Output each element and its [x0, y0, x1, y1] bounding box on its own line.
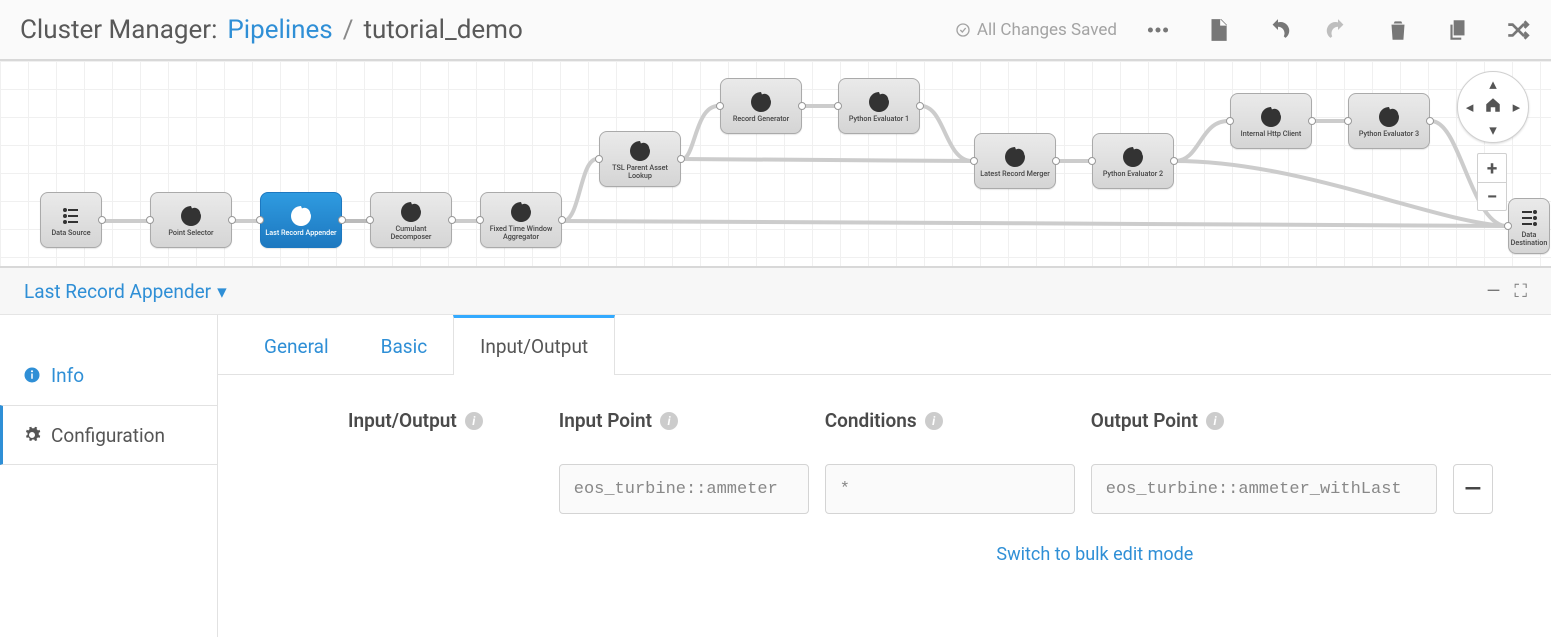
- swirl-icon: [1121, 145, 1145, 169]
- info-icon[interactable]: i: [1206, 412, 1224, 430]
- node-record-generator[interactable]: Record Generator: [720, 78, 802, 134]
- swirl-icon: [628, 139, 652, 163]
- nav-left[interactable]: ◂: [1466, 98, 1474, 116]
- node-label: Python Evaluator 1: [849, 115, 909, 123]
- selected-node-dropdown[interactable]: Last Record Appender ▾: [24, 280, 227, 303]
- tab-label: Basic: [381, 335, 428, 358]
- save-status: All Changes Saved: [955, 20, 1117, 40]
- shuffle-button[interactable]: [1505, 17, 1531, 43]
- node-python-evaluator-3[interactable]: Python Evaluator 3: [1348, 93, 1430, 149]
- tab-basic[interactable]: Basic: [355, 315, 454, 374]
- tab-label: General: [264, 335, 329, 358]
- col-input-point: Input Point i: [559, 409, 809, 432]
- swirl-icon: [1377, 105, 1401, 129]
- node-point-selector[interactable]: Point Selector: [150, 192, 232, 248]
- breadcrumb-sep: /: [343, 15, 354, 45]
- minimize-panel[interactable]: —: [1486, 281, 1500, 302]
- node-latest-record-merger[interactable]: Latest Record Merger: [974, 133, 1056, 189]
- conditions-field[interactable]: [825, 464, 1075, 514]
- node-label: Python Evaluator 3: [1359, 130, 1419, 138]
- info-icon[interactable]: i: [925, 412, 943, 430]
- tab-general[interactable]: General: [238, 315, 355, 374]
- nav-up[interactable]: ▴: [1489, 75, 1497, 93]
- node-fixed-time-window[interactable]: Fixed Time Window Aggregator: [480, 192, 562, 248]
- section-label-text: Input/Output: [348, 409, 457, 432]
- node-label: Point Selector: [168, 229, 213, 237]
- sidetab-info[interactable]: Info: [0, 345, 218, 405]
- selected-node-title: Last Record Appender: [24, 280, 211, 303]
- node-label: Data Source: [51, 229, 90, 237]
- node-internal-http-client[interactable]: Internal Http Client: [1230, 93, 1312, 149]
- zoom-control: + −: [1477, 153, 1507, 211]
- zoom-out[interactable]: −: [1478, 182, 1506, 210]
- node-label: Fixed Time Window Aggregator: [485, 225, 557, 240]
- input-point-field[interactable]: [559, 464, 809, 514]
- save-status-label: All Changes Saved: [977, 20, 1117, 40]
- undo-button[interactable]: [1265, 17, 1291, 43]
- app-label: Cluster Manager:: [20, 15, 217, 45]
- node-label: Last Record Appender: [265, 229, 336, 237]
- info-icon[interactable]: i: [660, 412, 678, 430]
- col-label: Output Point: [1091, 409, 1198, 432]
- expand-panel[interactable]: ⛶: [1514, 281, 1527, 302]
- swirl-icon: [509, 200, 533, 224]
- node-last-record-appender[interactable]: Last Record Appender: [260, 192, 342, 248]
- pipelines-link[interactable]: Pipelines: [227, 15, 332, 45]
- navigation-pad: ▴ ◂ ▸ ▾: [1457, 71, 1529, 143]
- sidetab-configuration[interactable]: Configuration: [0, 405, 218, 465]
- node-tsl-parent[interactable]: TSL Parent Asset Lookup: [599, 131, 681, 187]
- nav-home[interactable]: [1484, 96, 1502, 118]
- sidetab-label: Configuration: [51, 424, 165, 447]
- sidetab-label: Info: [51, 364, 84, 387]
- node-label: TSL Parent Asset Lookup: [604, 164, 676, 179]
- node-python-evaluator-1[interactable]: Python Evaluator 1: [838, 78, 920, 134]
- breadcrumb: Cluster Manager: Pipelines / tutorial_de…: [20, 15, 523, 45]
- col-label: Input Point: [559, 409, 652, 432]
- info-icon[interactable]: i: [465, 412, 483, 430]
- more-button[interactable]: [1145, 17, 1171, 43]
- data-source-icon: [59, 204, 83, 228]
- swirl-icon: [1003, 145, 1027, 169]
- section-label: Input/Output i: [348, 409, 483, 432]
- col-label: Conditions: [825, 409, 917, 432]
- remove-row-button[interactable]: —: [1453, 464, 1493, 514]
- data-destination-icon: [1517, 206, 1541, 230]
- node-label: Record Generator: [733, 115, 789, 123]
- page-title: tutorial_demo: [363, 15, 522, 45]
- node-data-destination[interactable]: Data Destination: [1508, 198, 1550, 254]
- nav-down[interactable]: ▾: [1489, 121, 1497, 139]
- tab-input-output[interactable]: Input/Output: [453, 315, 615, 375]
- redo-button[interactable]: [1325, 17, 1351, 43]
- bulk-edit-label: Switch to bulk edit mode: [996, 544, 1193, 565]
- output-point-field[interactable]: [1091, 464, 1437, 514]
- col-conditions: Conditions i: [825, 409, 1075, 432]
- swirl-icon: [289, 204, 313, 228]
- caret-down-icon: ▾: [217, 280, 227, 303]
- pipeline-canvas[interactable]: Data Source Point Selector Last Record A…: [0, 61, 1551, 268]
- delete-button[interactable]: [1385, 17, 1411, 43]
- info-icon: [23, 366, 41, 384]
- node-cumulant-decomposer[interactable]: Cumulant Decomposer: [370, 192, 452, 248]
- node-python-evaluator-2[interactable]: Python Evaluator 2: [1092, 133, 1174, 189]
- zoom-in[interactable]: +: [1478, 154, 1506, 182]
- swirl-icon: [749, 90, 773, 114]
- check-circle-icon: [955, 22, 971, 38]
- swirl-icon: [399, 200, 423, 224]
- node-label: Latest Record Merger: [980, 170, 1049, 178]
- bulk-edit-link[interactable]: Switch to bulk edit mode: [659, 544, 1531, 565]
- swirl-icon: [179, 204, 203, 228]
- node-label: Data Destination: [1511, 231, 1548, 246]
- file-button[interactable]: [1205, 17, 1231, 43]
- swirl-icon: [867, 90, 891, 114]
- node-label: Internal Http Client: [1241, 130, 1302, 138]
- node-label: Python Evaluator 2: [1103, 170, 1163, 178]
- nav-right[interactable]: ▸: [1513, 98, 1521, 116]
- node-label: Cumulant Decomposer: [375, 225, 447, 240]
- node-data-source[interactable]: Data Source: [40, 192, 102, 248]
- copy-button[interactable]: [1445, 17, 1471, 43]
- gear-icon: [23, 426, 41, 444]
- swirl-icon: [1259, 105, 1283, 129]
- col-output-point: Output Point i: [1091, 409, 1437, 432]
- tab-label: Input/Output: [480, 335, 588, 358]
